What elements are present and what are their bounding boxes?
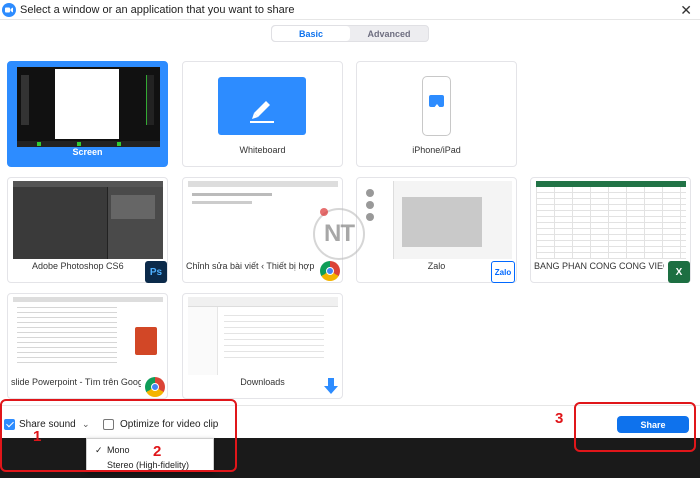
tab-advanced[interactable]: Advanced	[350, 26, 428, 41]
tile-label: Downloads	[240, 377, 285, 387]
tab-basic[interactable]: Basic	[272, 26, 350, 41]
iphone-icon	[422, 76, 451, 136]
share-tile-excel[interactable]: BANG PHAN CONG CONG VIEC ... X	[530, 177, 691, 283]
share-tile-photoshop[interactable]: Adobe Photoshop CS6 Ps	[7, 177, 168, 283]
annotation-number-1: 1	[33, 428, 42, 445]
share-tile-screen[interactable]: Screen	[7, 61, 168, 167]
explorer-thumbnail	[188, 297, 338, 375]
download-arrow-icon	[321, 376, 341, 396]
annotation-number-2: 2	[153, 443, 162, 460]
tile-label: BANG PHAN CONG CONG VIEC ...	[534, 261, 664, 271]
tile-label: Chỉnh sửa bài viết ‹ Thiết bị hợp t...	[186, 261, 316, 271]
whiteboard-icon	[218, 77, 306, 135]
watermark-dot	[320, 208, 328, 216]
share-tile-zalo[interactable]: Zalo Zalo	[356, 177, 517, 283]
powerpoint-search-thumbnail	[13, 297, 163, 375]
mode-tabs: Basic Advanced	[271, 25, 429, 42]
excel-icon: X	[668, 261, 690, 283]
annotation-number-3: 3	[555, 410, 564, 427]
photoshop-icon: Ps	[145, 261, 167, 283]
title-bar: Select a window or an application that y…	[0, 0, 700, 20]
photoshop-thumbnail	[13, 181, 163, 259]
share-tile-iphone-ipad[interactable]: iPhone/iPad	[356, 61, 517, 167]
close-icon[interactable]: ✕	[680, 2, 692, 19]
tile-label: iPhone/iPad	[412, 145, 461, 155]
tile-label: Screen	[72, 147, 103, 157]
share-tile-downloads[interactable]: Downloads	[182, 293, 343, 399]
tile-label: slide Powerpoint - Tìm trên Goog...	[11, 377, 141, 387]
tile-label: Adobe Photoshop CS6	[32, 261, 124, 271]
watermark-logo: NT	[313, 208, 365, 260]
chrome-icon	[145, 377, 165, 397]
window-title: Select a window or an application that y…	[20, 3, 295, 16]
zalo-thumbnail	[362, 181, 512, 259]
tile-label: Whiteboard	[239, 145, 286, 155]
annotation-box-share	[574, 402, 696, 452]
share-tile-whiteboard[interactable]: Whiteboard	[182, 61, 343, 167]
chrome-icon	[320, 261, 340, 281]
screen-thumbnail	[17, 67, 160, 147]
zalo-icon: Zalo	[491, 261, 515, 283]
excel-thumbnail	[536, 181, 686, 259]
share-tile-chrome-powerpoint[interactable]: slide Powerpoint - Tìm trên Goog...	[7, 293, 168, 399]
zoom-app-icon	[2, 2, 16, 17]
